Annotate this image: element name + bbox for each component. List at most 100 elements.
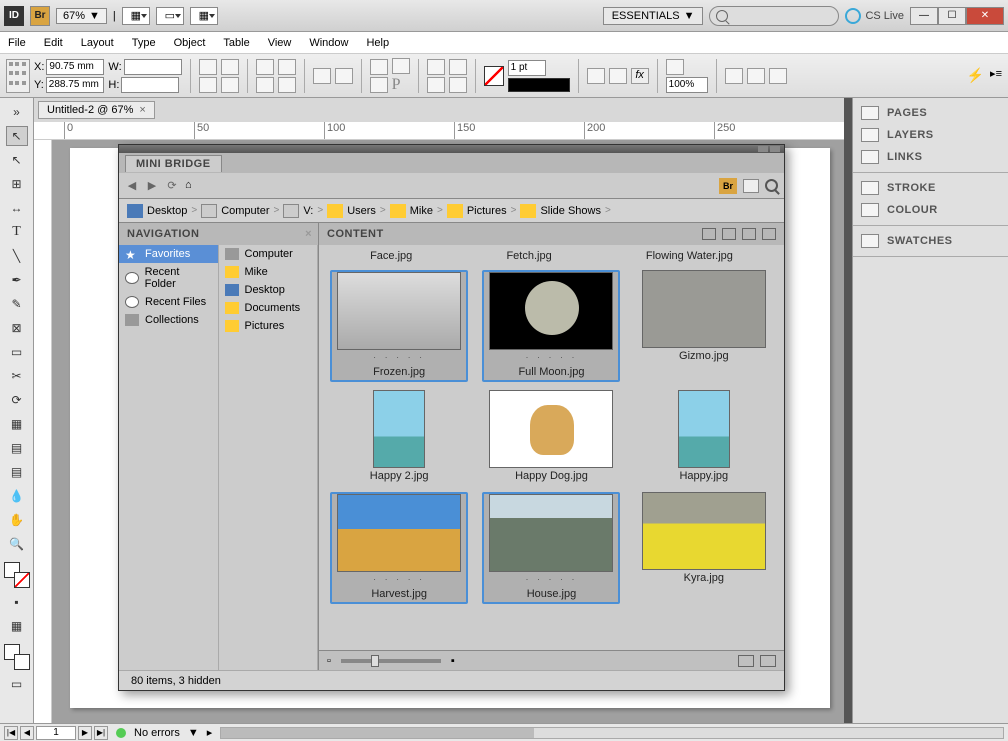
fit-icon2[interactable] bbox=[747, 68, 765, 84]
stroke-weight-input[interactable] bbox=[508, 60, 546, 76]
flip-v-icon[interactable] bbox=[278, 77, 296, 93]
menu-type[interactable]: Type bbox=[132, 37, 156, 49]
menu-help[interactable]: Help bbox=[366, 37, 389, 49]
home-icon[interactable]: ⌂ bbox=[185, 179, 201, 193]
status-menu-icon[interactable]: ▼ bbox=[188, 727, 199, 739]
panel-menu-icon[interactable]: ▸≡ bbox=[990, 67, 1002, 84]
indesign-icon[interactable]: ID bbox=[4, 6, 24, 26]
colour-panel[interactable]: COLOUR bbox=[853, 199, 1008, 221]
horizontal-scrollbar[interactable] bbox=[220, 727, 1004, 739]
gradient-tool[interactable]: ▦ bbox=[6, 414, 28, 434]
fill-stroke-swatch[interactable] bbox=[4, 562, 30, 588]
next-page-icon[interactable]: ▶ bbox=[78, 726, 92, 740]
first-page-icon[interactable]: |◀ bbox=[4, 726, 18, 740]
view-mode-normal-icon[interactable]: ▭ bbox=[6, 674, 28, 694]
eyedropper-tool[interactable]: 💧 bbox=[6, 486, 28, 506]
select-container-icon[interactable] bbox=[313, 68, 331, 84]
pen-tool[interactable]: ✒ bbox=[6, 270, 28, 290]
back-icon[interactable]: ◀ bbox=[125, 179, 139, 193]
align-icon4[interactable] bbox=[449, 77, 467, 93]
thumbnail[interactable]: · · · · ·Full Moon.jpg bbox=[482, 270, 620, 382]
menu-table[interactable]: Table bbox=[223, 37, 249, 49]
scale-x-icon[interactable] bbox=[199, 59, 217, 75]
breadcrumb-item[interactable]: Desktop bbox=[127, 204, 187, 218]
align-icon3[interactable] bbox=[449, 59, 467, 75]
zoom-tool[interactable]: 🔍 bbox=[6, 534, 28, 554]
default-colors-swatch[interactable] bbox=[4, 644, 30, 670]
stroke-panel[interactable]: STROKE bbox=[853, 177, 1008, 199]
panel-titlebar[interactable] bbox=[119, 145, 784, 153]
rating-dots[interactable]: · · · · · bbox=[525, 350, 577, 364]
breadcrumb-item[interactable]: V: bbox=[283, 204, 313, 218]
links-panel[interactable]: LINKS bbox=[853, 146, 1008, 168]
gradient-feather-tool[interactable]: ▤ bbox=[6, 438, 28, 458]
select-content-icon[interactable] bbox=[335, 68, 353, 84]
search-icon[interactable] bbox=[765, 179, 778, 192]
layers-panel[interactable]: LAYERS bbox=[853, 124, 1008, 146]
line-tool[interactable]: ╲ bbox=[6, 246, 28, 266]
note-tool[interactable]: ▤ bbox=[6, 462, 28, 482]
open-icon[interactable]: ▸ bbox=[207, 726, 213, 739]
nav-item[interactable]: ★Favorites bbox=[119, 245, 218, 263]
thumbnail[interactable]: Happy.jpg bbox=[635, 390, 773, 484]
thumbnail[interactable]: · · · · ·Harvest.jpg bbox=[330, 492, 468, 604]
corner-icon[interactable] bbox=[370, 59, 388, 75]
breadcrumb-item[interactable]: Users bbox=[327, 204, 376, 218]
sort-icon[interactable] bbox=[702, 228, 716, 240]
close-button[interactable]: ✕ bbox=[966, 7, 1004, 25]
wrap-icon[interactable] bbox=[609, 68, 627, 84]
shear-icon[interactable] bbox=[221, 77, 239, 93]
nav-item[interactable]: Mike bbox=[219, 263, 318, 281]
cs-live-button[interactable]: CS Live bbox=[845, 8, 904, 24]
corner-icon2[interactable] bbox=[370, 77, 388, 93]
rating-dots[interactable]: · · · · · bbox=[525, 572, 577, 586]
scale-y-icon[interactable] bbox=[199, 77, 217, 93]
view-filmstrip-icon[interactable] bbox=[760, 655, 776, 667]
menu-edit[interactable]: Edit bbox=[44, 37, 63, 49]
type-tool[interactable]: T bbox=[6, 222, 28, 242]
effects-icon[interactable] bbox=[587, 68, 605, 84]
menu-window[interactable]: Window bbox=[309, 37, 348, 49]
text-wrap-icon1[interactable] bbox=[666, 59, 684, 75]
selection-tool[interactable]: ↖ bbox=[6, 126, 28, 146]
rating-dots[interactable]: · · · · · bbox=[373, 572, 425, 586]
fill-swatch[interactable] bbox=[484, 66, 504, 86]
breadcrumb-item[interactable]: Mike bbox=[390, 204, 433, 218]
nav-item[interactable]: Documents bbox=[219, 299, 318, 317]
x-input[interactable] bbox=[46, 59, 104, 75]
p-icon[interactable]: P bbox=[392, 76, 410, 94]
scissors-tool[interactable]: ✂ bbox=[6, 366, 28, 386]
thumbnail[interactable]: · · · · ·House.jpg bbox=[482, 492, 620, 604]
menu-layout[interactable]: Layout bbox=[81, 37, 114, 49]
thumbnail-size-slider[interactable] bbox=[341, 659, 441, 663]
gap-tool[interactable]: ↔ bbox=[6, 198, 28, 218]
thumbnail[interactable]: Happy Dog.jpg bbox=[482, 390, 620, 484]
tab-close-icon[interactable]: × bbox=[139, 104, 145, 116]
h-input[interactable] bbox=[121, 77, 179, 93]
nav-close-icon[interactable]: × bbox=[305, 228, 312, 240]
loop-icon[interactable]: ⟳ bbox=[165, 179, 179, 193]
vertical-ruler[interactable] bbox=[34, 140, 52, 723]
last-page-icon[interactable]: ▶| bbox=[94, 726, 108, 740]
nav-item[interactable]: Recent Folder bbox=[119, 263, 218, 293]
rectangle-frame-tool[interactable]: ⊠ bbox=[6, 318, 28, 338]
w-input[interactable] bbox=[124, 59, 182, 75]
chevron-icon[interactable]: > bbox=[605, 205, 611, 216]
collapse-icon[interactable] bbox=[758, 146, 768, 152]
fit-icon1[interactable] bbox=[725, 68, 743, 84]
pencil-tool[interactable]: ✎ bbox=[6, 294, 28, 314]
menu-view[interactable]: View bbox=[268, 37, 292, 49]
apply-gradient-icon[interactable]: ▦ bbox=[6, 616, 28, 636]
pages-panel[interactable]: PAGES bbox=[853, 102, 1008, 124]
document-tab[interactable]: Untitled-2 @ 67%× bbox=[38, 101, 155, 119]
mini-bridge-tab[interactable]: MINI BRIDGE bbox=[125, 155, 222, 172]
menu-file[interactable]: File bbox=[8, 37, 26, 49]
page-input[interactable] bbox=[36, 726, 76, 740]
align-icon2[interactable] bbox=[427, 77, 445, 93]
rotate-icon[interactable] bbox=[221, 59, 239, 75]
maximize-button[interactable]: ☐ bbox=[938, 7, 966, 25]
filter-icon[interactable] bbox=[722, 228, 736, 240]
chevron-icon[interactable]: > bbox=[437, 205, 443, 216]
breadcrumb-item[interactable]: Computer bbox=[201, 204, 269, 218]
chevron-icon[interactable]: > bbox=[380, 205, 386, 216]
